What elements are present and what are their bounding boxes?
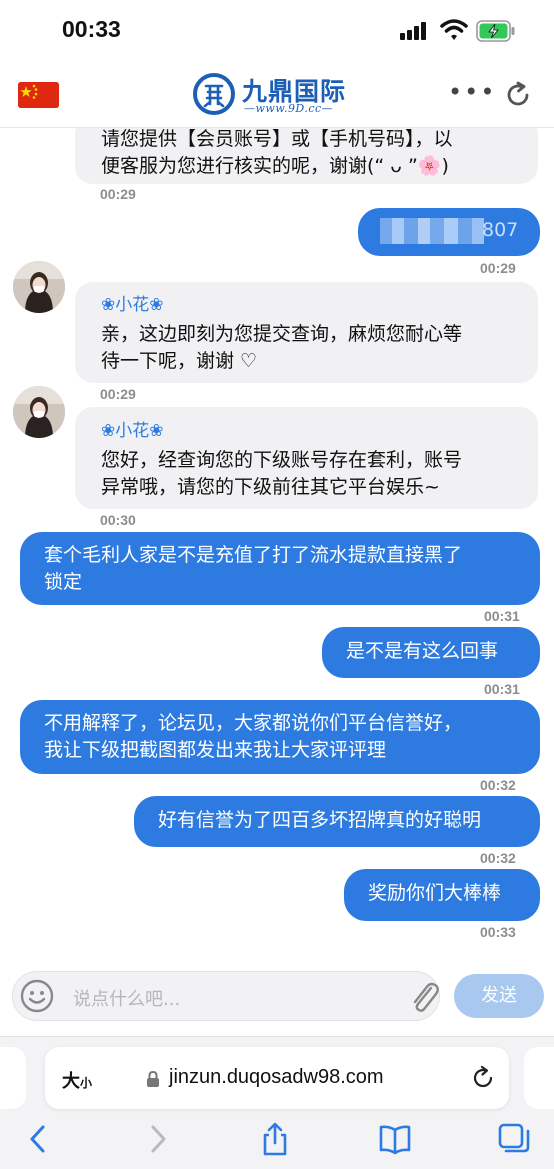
logo-subtitle: —www.9D.cc— (244, 102, 334, 115)
brand-logo: 九鼎国际 —www.9D.cc— (192, 70, 362, 120)
wifi-icon (440, 19, 468, 40)
bookmarks-icon[interactable] (378, 1121, 412, 1157)
user-message-bubble: 奖励你们大棒棒 (344, 869, 540, 921)
more-icon[interactable]: ••• (448, 80, 494, 108)
message-text: 待一下呢，谢谢 ♡ (101, 350, 258, 372)
message-time: 00:32 (480, 850, 516, 866)
agent-avatar[interactable] (13, 386, 65, 438)
china-flag-icon[interactable] (18, 82, 59, 108)
message-time: 00:31 (484, 608, 520, 624)
user-message-bubble: 套个毛利人家是不是充值了打了流水提款直接黑了 锁定 (20, 532, 540, 605)
share-icon[interactable] (258, 1121, 292, 1157)
message-text: 是不是有这么回事 (346, 640, 499, 662)
message-time: 00:32 (480, 777, 516, 793)
agent-name: ❀小花❀ (101, 295, 164, 315)
message-time: 00:31 (484, 681, 520, 697)
agent-name: ❀小花❀ (101, 421, 164, 441)
send-button[interactable]: 发送 (454, 974, 544, 1018)
message-text: 您好，经查询您的下级账号存在套利，账号 (101, 449, 463, 471)
message-text: 异常哦，请您的下级前往其它平台娱乐~ (101, 476, 440, 498)
user-message-bubble: 不用解释了，论坛见，大家都说你们平台信誉好， 我让下级把截图都发出来我让大家评评… (20, 700, 540, 774)
input-placeholder: 说点什么吧... (73, 989, 181, 1010)
url-text: jinzun.duqosadw98.com (169, 1066, 384, 1088)
forward-icon[interactable] (140, 1121, 174, 1157)
message-time: 00:29 (100, 386, 136, 402)
browser-toolbar: 大小 jinzun.duqosadw98.com (0, 1036, 554, 1169)
paperclip-icon[interactable] (407, 978, 441, 1016)
status-time: 00:33 (62, 16, 121, 42)
emoji-icon[interactable] (20, 979, 54, 1013)
user-message-bubble: 好有信誉为了四百多坏招牌真的好聪明 (134, 796, 540, 847)
message-time: 00:29 (480, 260, 516, 276)
app-header: 九鼎国际 —www.9D.cc— ••• (0, 62, 554, 128)
address-bar[interactable]: 大小 jinzun.duqosadw98.com (45, 1047, 509, 1109)
status-bar: 00:33 (0, 0, 554, 62)
text-size-small-label: 小 (80, 1076, 93, 1090)
message-time: 00:30 (100, 512, 136, 528)
message-text: 锁定 (44, 571, 83, 593)
agent-message-bubble: ❀小花❀ 您好，经查询您的下级账号存在套利，账号 异常哦，请您的下级前往其它平台… (75, 407, 538, 509)
chat-messages[interactable]: 请您提供【会员账号】或【手机号码】，以 便客服为您进行核实的呢，谢谢(“ ᴗ ”… (0, 128, 554, 966)
battery-charging-icon (476, 20, 515, 42)
previous-tab-preview[interactable] (0, 1047, 26, 1109)
message-time: 00:29 (100, 186, 136, 202)
agent-message-bubble: ❀小花❀ 亲，这边即刻为您提交查询，麻烦您耐心等 待一下呢，谢谢 ♡ (75, 282, 538, 383)
message-text: 807 (482, 219, 519, 241)
message-text: 便客服为您进行核实的呢，谢谢(“ ᴗ ”🌸) (101, 155, 449, 177)
refresh-icon[interactable] (503, 80, 533, 110)
message-time: 00:33 (480, 924, 516, 940)
message-input-bar: 说点什么吧... 发送 (0, 966, 554, 1026)
message-text: 我让下级把截图都发出来我让大家评评理 (44, 739, 387, 761)
next-tab-preview[interactable] (524, 1047, 554, 1109)
agent-message-bubble: 请您提供【会员账号】或【手机号码】，以 便客服为您进行核实的呢，谢谢(“ ᴗ ”… (75, 128, 538, 184)
message-text: 亲，这边即刻为您提交查询，麻烦您耐心等 (101, 323, 463, 345)
reload-icon[interactable] (470, 1065, 496, 1091)
message-text: 不用解释了，论坛见，大家都说你们平台信誉好， (44, 712, 463, 734)
lock-icon (147, 1070, 159, 1087)
user-message-bubble: 807 (358, 208, 540, 256)
message-text: 好有信誉为了四百多坏招牌真的好聪明 (158, 809, 482, 831)
message-text: 奖励你们大棒棒 (368, 882, 502, 904)
message-text: 套个毛利人家是不是充值了打了流水提款直接黑了 (44, 544, 463, 566)
text-size-button[interactable]: 大小 (62, 1067, 92, 1093)
logo-icon (193, 73, 235, 115)
cellular-signal-icon (400, 22, 430, 40)
message-text: 请您提供【会员账号】或【手机号码】，以 (101, 128, 453, 150)
message-input[interactable]: 说点什么吧... (12, 971, 440, 1021)
agent-avatar[interactable] (13, 261, 65, 313)
user-message-bubble: 是不是有这么回事 (322, 627, 540, 678)
text-size-label: 大 (62, 1071, 80, 1092)
tabs-icon[interactable] (497, 1121, 531, 1157)
back-icon[interactable] (22, 1121, 56, 1157)
